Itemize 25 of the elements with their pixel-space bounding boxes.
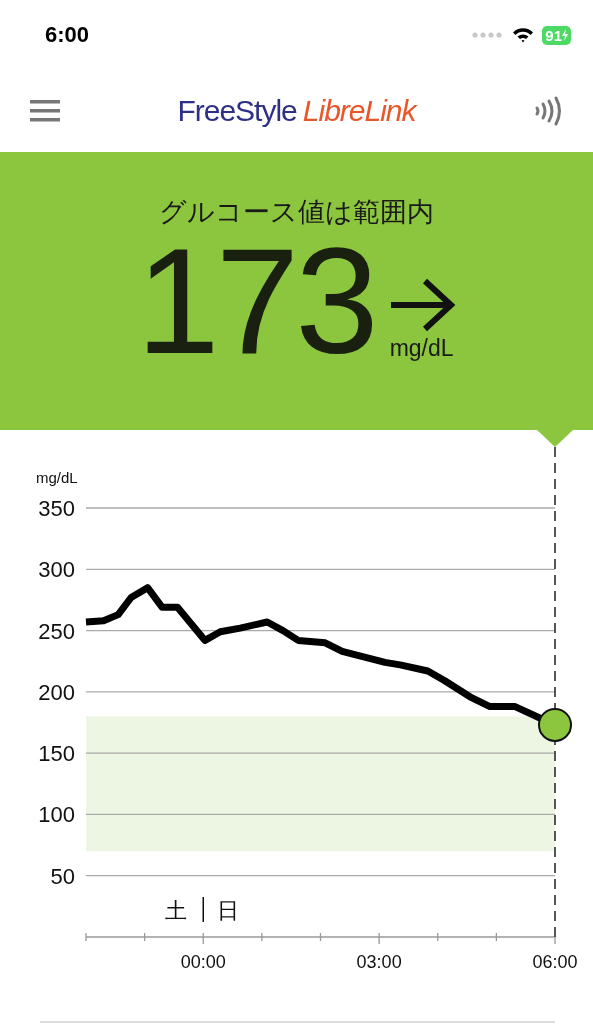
day-label: 土	[165, 898, 188, 923]
nfc-scan-icon[interactable]	[533, 96, 563, 126]
y-axis-label: mg/dL	[36, 469, 78, 486]
y-tick-label: 200	[38, 679, 75, 705]
x-tick-label: 03:00	[356, 952, 402, 972]
glucose-status: グルコース値は範囲内	[159, 195, 434, 229]
y-tick-label: 50	[50, 863, 75, 889]
x-tick-label: 06:00	[532, 952, 578, 972]
battery-indicator: 91	[542, 25, 571, 45]
menu-icon[interactable]	[30, 100, 60, 122]
wifi-icon	[512, 27, 535, 43]
current-reading-marker	[538, 707, 572, 742]
y-tick-label: 150	[38, 741, 75, 767]
glucose-value: 173	[136, 236, 375, 366]
y-tick-label: 100	[38, 802, 75, 828]
day-divider	[202, 896, 204, 923]
y-tick-label: 350	[38, 496, 75, 521]
y-tick-label: 250	[38, 618, 75, 644]
status-time: 6:00	[45, 22, 90, 48]
day-label: 日	[217, 898, 240, 923]
x-tick-label: 00:00	[180, 952, 226, 972]
app-logo: FreeStyle LibreLink	[177, 94, 416, 128]
unit-label: mg/dL	[389, 335, 454, 362]
signal-icon	[472, 32, 505, 38]
y-tick-label: 300	[38, 557, 75, 583]
